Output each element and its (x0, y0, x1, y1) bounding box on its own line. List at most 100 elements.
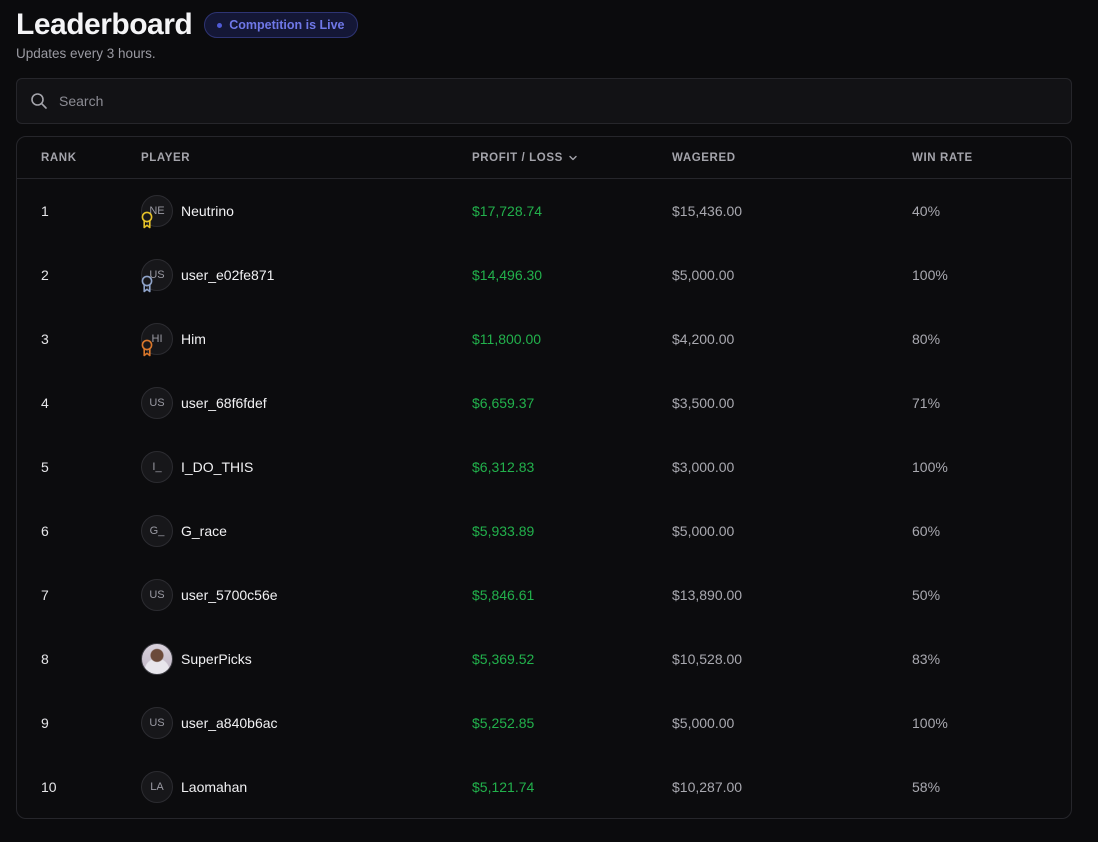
table-row[interactable]: 7 US user_5700c56e $5,846.61 $13,890.00 … (17, 563, 1071, 627)
wagered-cell: $5,000.00 (672, 267, 735, 283)
table-row[interactable]: 10 LA Laomahan $5,121.74 $10,287.00 58% (17, 755, 1071, 818)
rank-cell: 2 (41, 267, 49, 283)
player-cell: LA Laomahan (141, 771, 472, 803)
rank-cell: 1 (41, 203, 49, 219)
avatar-container: HI (141, 323, 173, 357)
rank-cell: 4 (41, 395, 49, 411)
win-rate-cell: 100% (912, 715, 948, 731)
column-header-win-rate: WIN RATE (912, 151, 973, 164)
rank-cell: 9 (41, 715, 49, 731)
table-row[interactable]: 9 US user_a840b6ac $5,252.85 $5,000.00 1… (17, 691, 1071, 755)
wagered-cell: $15,436.00 (672, 203, 743, 219)
player-name[interactable]: user_a840b6ac (181, 715, 278, 731)
column-header-wagered: WAGERED (672, 151, 736, 164)
player-cell: I_ I_DO_THIS (141, 451, 472, 483)
search-bar[interactable] (16, 78, 1072, 124)
player-cell: US user_a840b6ac (141, 707, 472, 739)
column-header-rank: RANK (41, 151, 77, 164)
table-row[interactable]: 1 NE Neutrino $17,728.74 $15,436.00 40% (17, 179, 1071, 243)
table-header: RANK PLAYER PROFIT / LOSS WAGERED WIN RA… (17, 137, 1071, 179)
player-name[interactable]: I_DO_THIS (181, 459, 253, 475)
player-cell: SuperPicks (141, 643, 472, 675)
player-name[interactable]: Neutrino (181, 203, 234, 219)
player-name[interactable]: user_5700c56e (181, 587, 278, 603)
rank-cell: 3 (41, 331, 49, 347)
avatar-photo (141, 643, 173, 675)
table-row[interactable]: 6 G_ G_race $5,933.89 $5,000.00 60% (17, 499, 1071, 563)
update-frequency-text: Updates every 3 hours. (16, 46, 156, 61)
avatar: US (141, 387, 173, 419)
player-cell: US user_e02fe871 (141, 259, 472, 293)
silver-medal-icon (141, 275, 153, 293)
table-row[interactable]: 4 US user_68f6fdef $6,659.37 $3,500.00 7… (17, 371, 1071, 435)
profit-cell: $5,121.74 (472, 779, 535, 795)
search-input[interactable] (57, 80, 1071, 122)
win-rate-cell: 83% (912, 651, 941, 667)
header: Leaderboard Competition is Live (16, 0, 1072, 50)
profit-cell: $6,659.37 (472, 395, 535, 411)
page-title: Leaderboard (16, 8, 193, 41)
wagered-cell: $5,000.00 (672, 523, 735, 539)
player-name[interactable]: G_race (181, 523, 227, 539)
wagered-cell: $5,000.00 (672, 715, 735, 731)
table-row[interactable]: 2 US user_e02fe871 $14,496.30 $5,000.00 … (17, 243, 1071, 307)
search-icon (29, 91, 49, 111)
profit-cell: $5,846.61 (472, 587, 535, 603)
live-status-label: Competition is Live (229, 18, 345, 32)
win-rate-cell: 100% (912, 459, 948, 475)
win-rate-cell: 80% (912, 331, 941, 347)
rank-cell: 6 (41, 523, 49, 539)
wagered-cell: $10,287.00 (672, 779, 743, 795)
player-name[interactable]: user_e02fe871 (181, 267, 274, 283)
win-rate-cell: 50% (912, 587, 941, 603)
avatar-container: US (141, 259, 173, 293)
player-cell: NE Neutrino (141, 195, 472, 229)
win-rate-cell: 58% (912, 779, 941, 795)
profit-cell: $5,252.85 (472, 715, 535, 731)
column-header-profit: PROFIT / LOSS (472, 151, 563, 164)
avatar: I_ (141, 451, 173, 483)
gold-medal-icon (141, 211, 153, 229)
sort-by-profit-button[interactable]: PROFIT / LOSS (472, 152, 578, 164)
wagered-cell: $4,200.00 (672, 331, 735, 347)
table-row[interactable]: 3 HI Him $11,800.00 $4,200.00 80% (17, 307, 1071, 371)
wagered-cell: $3,500.00 (672, 395, 735, 411)
player-name[interactable]: SuperPicks (181, 651, 252, 667)
profit-cell: $17,728.74 (472, 203, 543, 219)
profit-cell: $5,933.89 (472, 523, 535, 539)
player-cell: HI Him (141, 323, 472, 357)
player-name[interactable]: Laomahan (181, 779, 247, 795)
avatar: US (141, 579, 173, 611)
profit-cell: $11,800.00 (472, 331, 542, 347)
avatar: US (141, 707, 173, 739)
rank-cell: 7 (41, 587, 49, 603)
wagered-cell: $13,890.00 (672, 587, 743, 603)
player-cell: US user_5700c56e (141, 579, 472, 611)
profit-cell: $5,369.52 (472, 651, 535, 667)
avatar-container: I_ (141, 451, 173, 483)
avatar-container: US (141, 707, 173, 739)
table-row[interactable]: 8 SuperPicks $5,369.52 $10,528.00 83% (17, 627, 1071, 691)
player-cell: US user_68f6fdef (141, 387, 472, 419)
win-rate-cell: 40% (912, 203, 941, 219)
table-body: 1 NE Neutrino $17,728.74 $15,436.00 40% (17, 179, 1071, 818)
profit-cell: $14,496.30 (472, 267, 543, 283)
win-rate-cell: 100% (912, 267, 948, 283)
table-row[interactable]: 5 I_ I_DO_THIS $6,312.83 $3,000.00 100% (17, 435, 1071, 499)
player-name[interactable]: Him (181, 331, 206, 347)
leaderboard-table: RANK PLAYER PROFIT / LOSS WAGERED WIN RA… (16, 136, 1072, 819)
column-header-player: PLAYER (141, 151, 191, 164)
avatar-container (141, 643, 173, 675)
wagered-cell: $10,528.00 (672, 651, 743, 667)
rank-cell: 5 (41, 459, 49, 475)
live-status-badge: Competition is Live (204, 12, 358, 38)
avatar-container: US (141, 387, 173, 419)
wagered-cell: $3,000.00 (672, 459, 735, 475)
bronze-medal-icon (141, 339, 153, 357)
win-rate-cell: 60% (912, 523, 941, 539)
win-rate-cell: 71% (912, 395, 941, 411)
rank-cell: 10 (41, 779, 57, 795)
avatar-container: NE (141, 195, 173, 229)
player-name[interactable]: user_68f6fdef (181, 395, 267, 411)
avatar: G_ (141, 515, 173, 547)
